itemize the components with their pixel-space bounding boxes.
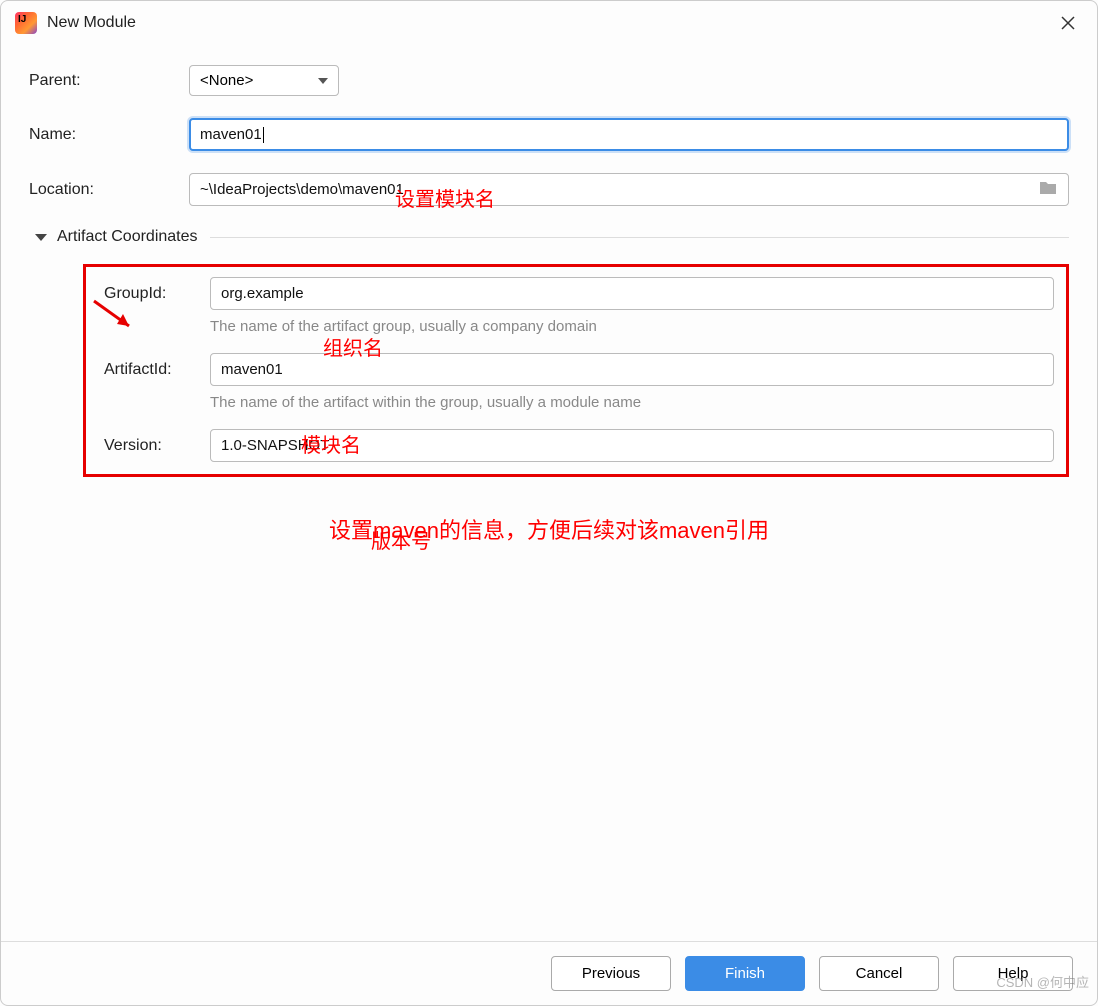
artifactid-value: maven01 [221, 361, 283, 378]
section-divider [210, 237, 1069, 238]
location-row: Location: ~\IdeaProjects\demo\maven01 [29, 173, 1069, 206]
version-row: Version: 1.0-SNAPSHOT [104, 429, 1054, 462]
groupid-input[interactable]: org.example [210, 277, 1054, 310]
intellij-icon [15, 12, 37, 34]
groupid-row: GroupId: org.example [104, 277, 1054, 310]
content-area: Parent: <None> Name: maven01 Location: ~… [1, 45, 1097, 941]
name-input[interactable]: maven01 [189, 118, 1069, 151]
artifactid-helper: The name of the artifact within the grou… [210, 394, 1054, 411]
artifact-coordinates-toggle[interactable]: Artifact Coordinates [35, 228, 1069, 246]
version-input[interactable]: 1.0-SNAPSHOT [210, 429, 1054, 462]
title-bar: New Module [1, 1, 1097, 45]
parent-label: Parent: [29, 72, 189, 90]
version-label: Version: [104, 437, 210, 455]
text-cursor [263, 127, 264, 143]
artifactid-label: ArtifactId: [104, 361, 210, 379]
location-value: ~\IdeaProjects\demo\maven01 [200, 181, 404, 198]
name-value: maven01 [200, 126, 262, 143]
annotation-version: 版本号 [371, 525, 431, 554]
browse-folder-button[interactable] [1038, 180, 1058, 200]
finish-button[interactable]: Finish [685, 956, 805, 991]
cancel-button[interactable]: Cancel [819, 956, 939, 991]
name-row: Name: maven01 [29, 118, 1069, 151]
parent-dropdown[interactable]: <None> [189, 65, 339, 96]
parent-value: <None> [200, 72, 253, 89]
folder-icon [1038, 180, 1058, 196]
footer-bar: Previous Finish Cancel Help [1, 941, 1097, 1005]
annotation-bottom: 设置maven的信息，方便后续对该maven引用 [29, 513, 1069, 545]
version-value: 1.0-SNAPSHOT [221, 437, 329, 454]
groupid-value: org.example [221, 285, 304, 302]
location-label: Location: [29, 181, 189, 199]
artifact-highlight-box: GroupId: org.example The name of the art… [83, 264, 1069, 477]
close-button[interactable] [1053, 8, 1083, 38]
section-title: Artifact Coordinates [57, 228, 198, 246]
close-icon [1061, 16, 1075, 30]
artifactid-input[interactable]: maven01 [210, 353, 1054, 386]
previous-button[interactable]: Previous [551, 956, 671, 991]
artifactid-row: ArtifactId: maven01 [104, 353, 1054, 386]
name-label: Name: [29, 126, 189, 144]
parent-row: Parent: <None> [29, 65, 1069, 96]
groupid-helper: The name of the artifact group, usually … [210, 318, 1054, 335]
window-title: New Module [47, 14, 136, 32]
chevron-down-icon [35, 234, 47, 241]
location-input[interactable]: ~\IdeaProjects\demo\maven01 [189, 173, 1069, 206]
help-button[interactable]: Help [953, 956, 1073, 991]
groupid-label: GroupId: [104, 285, 210, 303]
